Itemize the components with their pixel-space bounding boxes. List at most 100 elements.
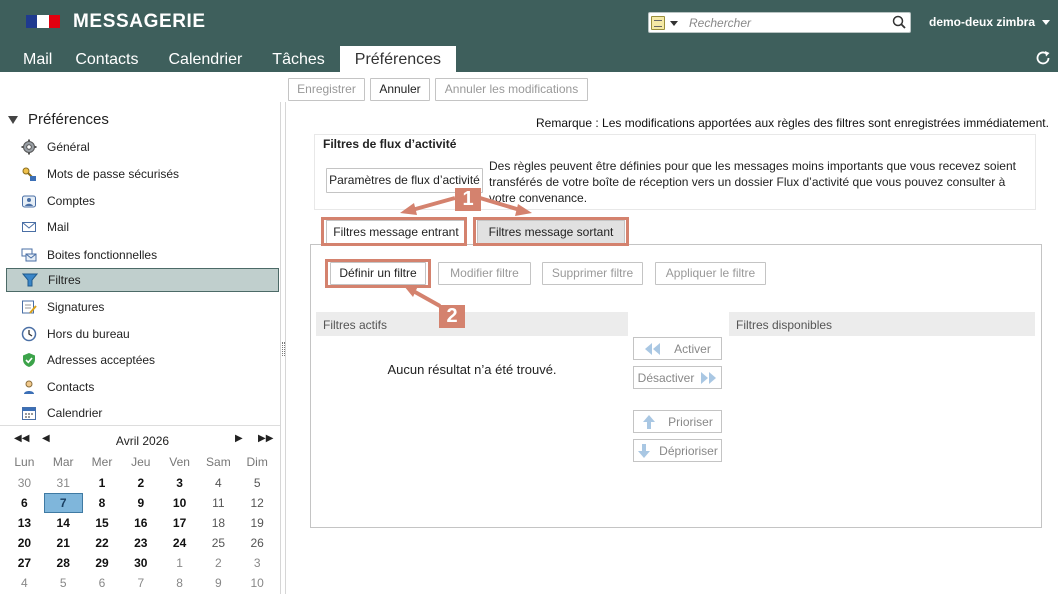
sidebar-item-shared-mailboxes[interactable]: Boites fonctionnelles: [6, 243, 279, 267]
filter-icon: [22, 272, 38, 288]
calendar-day[interactable]: 24: [160, 533, 199, 553]
tab-contacts[interactable]: Contacts: [60, 46, 153, 72]
sidebar-item-mail[interactable]: Mail: [6, 215, 279, 239]
calendar-day[interactable]: 10: [160, 493, 199, 513]
calendar-day[interactable]: 19: [238, 513, 277, 533]
calendar-day[interactable]: 15: [83, 513, 122, 533]
delete-filter-button[interactable]: Supprimer filtre: [542, 262, 643, 285]
apply-filter-button[interactable]: Appliquer le filtre: [655, 262, 766, 285]
calendar-day[interactable]: 6: [83, 573, 122, 593]
next-year-icon[interactable]: ▶▶: [258, 433, 273, 444]
calendar-day[interactable]: 29: [83, 553, 122, 573]
calendar-day[interactable]: 3: [160, 473, 199, 493]
sidebar-item-accepted-addresses[interactable]: Adresses acceptées: [6, 348, 279, 372]
calendar-day[interactable]: 9: [199, 573, 238, 593]
calendar-day[interactable]: 3: [238, 553, 277, 573]
calendar-week-row: 6 7 8 9 10 11 12: [5, 493, 277, 513]
app-header: MESSAGERIE demo-deux zimbra Mail Contact…: [0, 0, 1058, 72]
next-month-icon[interactable]: ▶: [235, 433, 243, 444]
calendar-day[interactable]: 30: [121, 553, 160, 573]
tab-tasks[interactable]: Tâches: [257, 46, 339, 72]
weekday-label: Mar: [52, 455, 74, 469]
calendar-day[interactable]: 9: [121, 493, 160, 513]
calendar-day[interactable]: 23: [121, 533, 160, 553]
revert-changes-button[interactable]: Annuler les modifications: [435, 78, 588, 101]
calendar-day[interactable]: 5: [44, 573, 83, 593]
calendar-day[interactable]: 5: [238, 473, 277, 493]
save-button[interactable]: Enregistrer: [288, 78, 365, 101]
tab-incoming-filters[interactable]: Filtres message entrant: [326, 220, 466, 244]
calendar-day[interactable]: 4: [199, 473, 238, 493]
calendar-day[interactable]: 7: [43, 493, 83, 513]
sidebar-splitter[interactable]: [280, 102, 286, 594]
define-filter-button[interactable]: Définir un filtre: [330, 262, 426, 285]
calendar-day[interactable]: 18: [199, 513, 238, 533]
calendar-day[interactable]: 28: [44, 553, 83, 573]
chevron-down-icon: [670, 20, 678, 26]
splitter-grip-icon: [282, 342, 285, 356]
app-title: MESSAGERIE: [73, 11, 206, 32]
tab-preferences[interactable]: Préférences: [339, 46, 457, 72]
search-type-dropdown[interactable]: [651, 15, 685, 31]
refresh-icon[interactable]: [1034, 49, 1052, 67]
sidebar-title: Préférences: [28, 111, 109, 128]
calendar-week-row: 20 21 22 23 24 25 26: [5, 533, 277, 553]
calendar-day[interactable]: 30: [5, 473, 44, 493]
edit-filter-button[interactable]: Modifier filtre: [438, 262, 531, 285]
calendar-day[interactable]: 7: [121, 573, 160, 593]
deactivate-button[interactable]: Désactiver: [633, 366, 722, 389]
calendar-nav: ◀◀ ◀ Avril 2026 ▶ ▶▶: [0, 432, 280, 450]
shield-check-icon: [21, 352, 37, 368]
sidebar-item-contacts[interactable]: Contacts: [6, 375, 279, 399]
sidebar-item-out-of-office[interactable]: Hors du bureau: [6, 322, 279, 346]
prioritize-button[interactable]: Prioriser: [633, 410, 722, 433]
calendar-day[interactable]: 6: [5, 493, 44, 513]
tab-calendar[interactable]: Calendrier: [153, 46, 257, 72]
key-icon: [21, 166, 37, 182]
calendar-day[interactable]: 25: [199, 533, 238, 553]
calendar-day[interactable]: 1: [83, 473, 122, 493]
up-arrow-icon: [643, 414, 656, 429]
sidebar-item-secure-passwords[interactable]: Mots de passe sécurisés: [6, 162, 279, 186]
cancel-button[interactable]: Annuler: [370, 78, 430, 101]
weekday-label: Dim: [246, 455, 268, 469]
activity-stream-description: Des règles peuvent être définies pour qu…: [489, 159, 1016, 205]
tab-mail[interactable]: Mail: [0, 46, 60, 72]
calendar-day[interactable]: 4: [5, 573, 44, 593]
calendar-day[interactable]: 14: [44, 513, 83, 533]
calendar-day[interactable]: 16: [121, 513, 160, 533]
calendar-day[interactable]: 8: [160, 573, 199, 593]
calendar-day[interactable]: 20: [5, 533, 44, 553]
account-icon: [21, 193, 37, 209]
user-menu[interactable]: demo-deux zimbra: [929, 15, 1051, 29]
calendar-day[interactable]: 8: [83, 493, 122, 513]
calendar-day[interactable]: 26: [238, 533, 277, 553]
calendar-day[interactable]: 21: [44, 533, 83, 553]
calendar-day[interactable]: 27: [5, 553, 44, 573]
sidebar-item-general[interactable]: Général: [6, 135, 279, 159]
search-icon[interactable]: [891, 14, 908, 31]
sidebar-item-filters[interactable]: Filtres: [6, 268, 279, 292]
tab-outgoing-filters[interactable]: Filtres message sortant: [477, 220, 625, 244]
sidebar-item-label: Mots de passe sécurisés: [47, 167, 180, 181]
calendar-day[interactable]: 31: [44, 473, 83, 493]
sidebar-item-accounts[interactable]: Comptes: [6, 189, 279, 213]
calendar-day[interactable]: 11: [199, 493, 238, 513]
callout-badge-1: 1: [455, 188, 481, 211]
calendar-day[interactable]: 13: [5, 513, 44, 533]
calendar-weekday-header: Lun Mar Mer Jeu Ven Sam Dim: [5, 455, 277, 469]
calendar-day[interactable]: 2: [199, 553, 238, 573]
sidebar-item-calendar[interactable]: Calendrier: [6, 401, 279, 425]
calendar-day[interactable]: 2: [121, 473, 160, 493]
calendar-day[interactable]: 12: [238, 493, 277, 513]
calendar-day[interactable]: 17: [160, 513, 199, 533]
deprioritize-button[interactable]: Déprioriser: [633, 439, 722, 462]
calendar-day[interactable]: 1: [160, 553, 199, 573]
calendar-day[interactable]: 22: [83, 533, 122, 553]
calendar-day[interactable]: 10: [238, 573, 277, 593]
france-flag-logo: [26, 15, 60, 28]
activate-button[interactable]: Activer: [633, 337, 722, 360]
sidebar-item-signatures[interactable]: Signatures: [6, 295, 279, 319]
sidebar-header[interactable]: Préférences: [8, 111, 109, 128]
search-input[interactable]: [689, 14, 889, 31]
